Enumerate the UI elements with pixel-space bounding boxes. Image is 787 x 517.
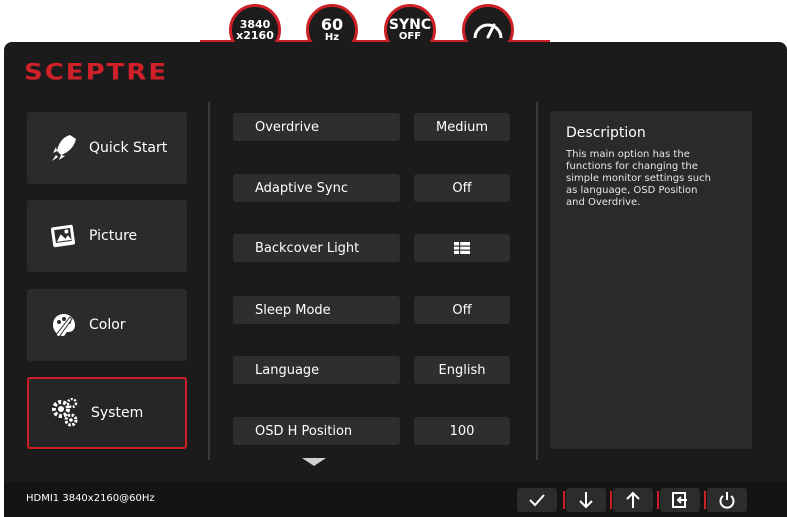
brand-logo: SCEPTRE — [24, 60, 169, 86]
menu-item-picture[interactable]: Picture — [27, 200, 187, 272]
scroll-down-icon[interactable] — [302, 458, 326, 466]
power-button[interactable] — [707, 488, 747, 512]
option-label-language[interactable]: Language — [233, 356, 400, 384]
right-divider — [536, 102, 538, 460]
control-separator — [563, 491, 565, 509]
option-value-overdrive[interactable]: Medium — [414, 113, 510, 141]
badge-line1: SYNC — [388, 17, 432, 33]
badge-line1: 60 — [320, 15, 344, 34]
control-separator — [657, 491, 659, 509]
option-label-sleep-mode[interactable]: Sleep Mode — [233, 296, 400, 324]
menu-item-label: Quick Start — [89, 140, 168, 156]
rocket-icon — [47, 131, 81, 165]
up-button[interactable] — [613, 488, 653, 512]
description-line: simple monitor settings such — [566, 173, 711, 184]
option-value-osd-h-position[interactable]: 100 — [414, 417, 510, 445]
description-line: and Overdrive. — [566, 197, 641, 208]
menu-item-color[interactable]: Color — [27, 289, 187, 361]
arrow-up-icon — [626, 491, 640, 508]
exit-icon — [672, 492, 687, 508]
picture-icon — [47, 219, 81, 253]
badge-line2: x2160 — [236, 29, 274, 42]
menu-item-label: System — [91, 405, 144, 421]
option-label-overdrive[interactable]: Overdrive — [233, 113, 400, 141]
description-title: Description — [566, 125, 646, 141]
option-label-adaptive-sync[interactable]: Adaptive Sync — [233, 174, 400, 202]
option-value-language[interactable]: English — [414, 356, 510, 384]
option-value-adaptive-sync[interactable]: Off — [414, 174, 510, 202]
control-separator — [610, 491, 612, 509]
description-panel: Description This main option has the fun… — [550, 111, 752, 449]
footer-bar: HDMI1 3840x2160@60Hz — [4, 482, 787, 517]
exit-button[interactable] — [660, 488, 700, 512]
control-separator — [704, 491, 706, 509]
down-button[interactable] — [566, 488, 606, 512]
menu-item-label: Color — [89, 317, 126, 333]
option-value-sleep-mode[interactable]: Off — [414, 296, 510, 324]
description-text: This main option has the functions for c… — [566, 149, 736, 209]
menu-item-label: Picture — [89, 228, 138, 244]
option-label-osd-h-position[interactable]: OSD H Position — [233, 417, 400, 445]
power-icon — [719, 492, 735, 509]
description-line: functions for changing the — [566, 161, 698, 172]
arrow-down-icon — [579, 492, 593, 509]
menu-item-quick-start[interactable]: Quick Start — [27, 112, 187, 184]
menu-item-system[interactable]: System — [27, 377, 187, 449]
option-label-backcover-light[interactable]: Backcover Light — [233, 234, 400, 262]
badge-line2: OFF — [398, 31, 422, 42]
description-line: This main option has the — [566, 149, 690, 160]
confirm-button[interactable] — [517, 488, 557, 512]
light-pattern-icon — [454, 242, 470, 254]
check-icon — [529, 494, 545, 507]
left-divider — [208, 102, 210, 460]
palette-icon — [47, 308, 81, 342]
gears-icon — [49, 396, 83, 430]
description-line: as language, OSD Position — [566, 185, 698, 196]
input-status: HDMI1 3840x2160@60Hz — [26, 493, 155, 504]
option-value-backcover-light[interactable] — [414, 234, 510, 262]
